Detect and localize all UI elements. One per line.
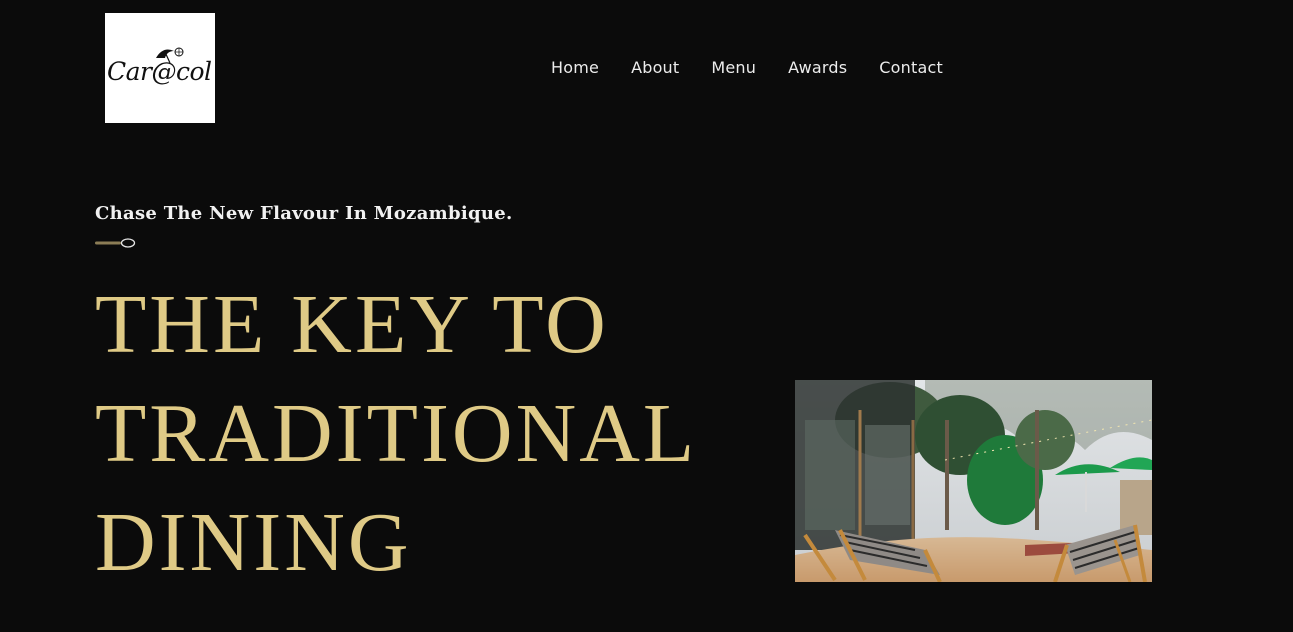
nav-home[interactable]: Home <box>551 56 599 80</box>
main-nav: Home About Menu Awards Contact <box>551 56 943 80</box>
hero-title-line: THE KEY TO <box>95 278 609 371</box>
nav-contact[interactable]: Contact <box>879 56 943 80</box>
logo[interactable]: Car@col <box>105 13 215 123</box>
restaurant-patio-photo <box>795 380 1152 582</box>
logo-text: Car@col <box>107 57 212 86</box>
nav-menu[interactable]: Menu <box>711 56 756 80</box>
hero-title-line: TRADITIONAL <box>95 387 698 480</box>
spoon-icon <box>95 238 136 248</box>
hero-title: THE KEY TO TRADITIONAL DINING <box>95 270 775 597</box>
nav-awards[interactable]: Awards <box>788 56 847 80</box>
hero-tagline: Chase The New Flavour In Mozambique. <box>95 203 513 224</box>
hero-title-line: DINING <box>95 496 412 589</box>
nav-about[interactable]: About <box>631 56 679 80</box>
